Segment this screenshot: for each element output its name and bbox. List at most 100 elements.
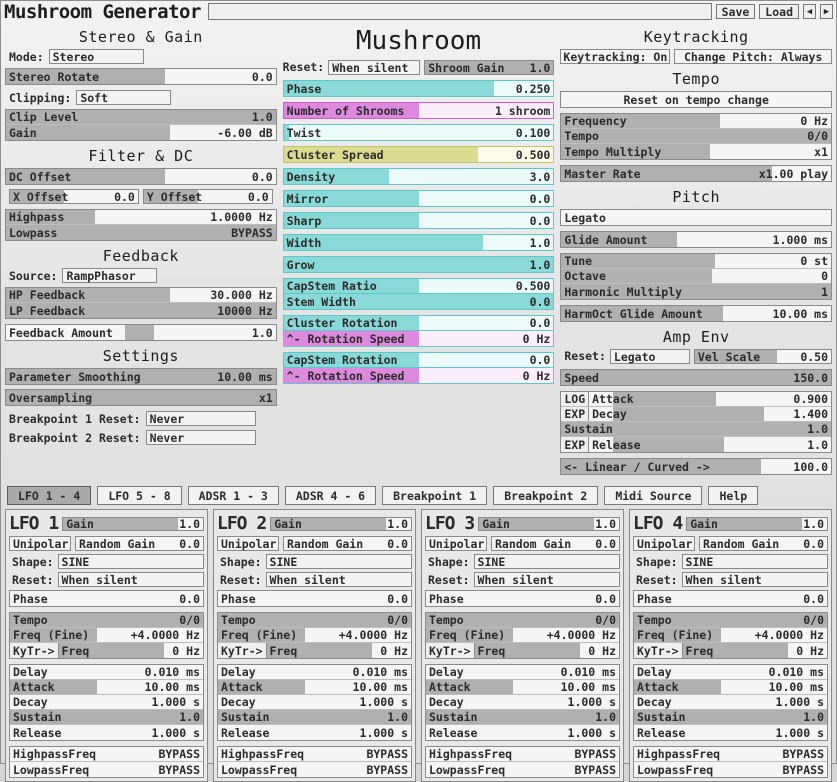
lfo-decay-slider[interactable]: Decay1.000 s — [634, 695, 827, 710]
feedback-source-select[interactable]: RampPhasor — [62, 268, 157, 283]
lfo-shape-select[interactable]: SINE — [682, 554, 828, 569]
lfo-freq-fine-slider[interactable]: Freq (Fine)+4.0000 Hz — [10, 628, 203, 643]
linear-curved-slider[interactable]: <- Linear / Curved -> 100.0 — [561, 459, 831, 474]
mushroom-reset-select[interactable]: When silent — [328, 60, 420, 75]
amp-env-reset-select[interactable]: Legato — [610, 349, 690, 364]
reset-on-tempo-button[interactable]: Reset on tempo change — [561, 92, 831, 107]
lfo-delay-slider[interactable]: Delay0.010 ms — [10, 665, 203, 680]
clipping-select[interactable]: Soft — [76, 90, 171, 105]
lfo-sustain-slider[interactable]: Sustain1.0 — [218, 710, 411, 725]
lfo-sustain-slider[interactable]: Sustain1.0 — [634, 710, 827, 725]
mushroom-param-slider[interactable]: Grow1.0 — [284, 257, 554, 272]
lfo-tempo-slider[interactable]: Tempo0/0 — [634, 613, 827, 628]
frequency-slider[interactable]: Frequency 0 Hz — [561, 114, 831, 129]
mushroom-param-slider[interactable]: Number of Shrooms1 shroom — [284, 103, 554, 118]
lfo-highpass-slider[interactable]: HighpassFreqBYPASS — [218, 747, 411, 762]
lfo-lowpass-slider[interactable]: LowpassFreqBYPASS — [426, 762, 619, 777]
glide-amount-slider[interactable]: Glide Amount 1.000 ms — [561, 232, 831, 247]
tab-adsr-1-3[interactable]: ADSR 1 - 3 — [188, 486, 279, 505]
lfo-decay-slider[interactable]: Decay1.000 s — [10, 695, 203, 710]
lfo-kytr-freq-slider[interactable]: KyTr->Freq0 Hz — [218, 643, 411, 658]
lfo-tempo-slider[interactable]: Tempo0/0 — [426, 613, 619, 628]
lfo-polarity-toggle[interactable]: Unipolar — [633, 536, 695, 551]
tab-adsr-4-6[interactable]: ADSR 4 - 6 — [285, 486, 376, 505]
mushroom-param-slider[interactable]: Sharp0.0 — [284, 213, 554, 228]
lfo-kytr-freq-slider[interactable]: KyTr->Freq0 Hz — [634, 643, 827, 658]
decay-curve-mode[interactable]: EXP — [561, 407, 589, 421]
lfo-phase-slider[interactable]: Phase0.0 — [426, 591, 619, 606]
lfo-freq-fine-slider[interactable]: Freq (Fine)+4.0000 Hz — [218, 628, 411, 643]
lfo-kytr-freq-slider[interactable]: KyTr->Freq0 Hz — [10, 643, 203, 658]
speed-slider[interactable]: Speed 150.0 — [561, 370, 831, 385]
next-preset-icon[interactable]: ▶ — [820, 4, 833, 19]
lfo-lowpass-slider[interactable]: LowpassFreqBYPASS — [634, 762, 827, 777]
lfo-random-gain-slider[interactable]: Random Gain0.0 — [699, 536, 828, 551]
y-offset-slider[interactable]: Y Offset 0.0 — [143, 189, 273, 204]
tempo-multiply-slider[interactable]: Tempo Multiply x1 — [561, 144, 831, 159]
harmoct-glide-slider[interactable]: HarmOct Glide Amount 10.00 ms — [561, 306, 831, 321]
lfo-random-gain-slider[interactable]: Random Gain0.0 — [491, 536, 620, 551]
change-pitch-select[interactable]: Change Pitch: Always — [674, 49, 832, 64]
lfo-gain-slider[interactable]: Gain1.0 — [478, 517, 620, 531]
lfo-shape-select[interactable]: SINE — [474, 554, 620, 569]
lfo-sustain-slider[interactable]: Sustain1.0 — [426, 710, 619, 725]
lfo-reset-select[interactable]: When silent — [266, 572, 412, 587]
tab-midi-source[interactable]: Midi Source — [604, 486, 702, 505]
lfo-gain-slider[interactable]: Gain1.0 — [686, 517, 828, 531]
mushroom-param-slider[interactable]: Density3.0 — [284, 169, 554, 184]
keytracking-toggle[interactable]: Keytracking: On — [560, 49, 670, 64]
lfo-phase-slider[interactable]: Phase0.0 — [634, 591, 827, 606]
lfo-polarity-toggle[interactable]: Unipolar — [217, 536, 279, 551]
lfo-attack-slider[interactable]: Attack10.00 ms — [10, 680, 203, 695]
lfo-release-slider[interactable]: Release1.000 s — [426, 725, 619, 740]
octave-slider[interactable]: Octave 0 — [561, 269, 831, 284]
lfo-phase-slider[interactable]: Phase0.0 — [218, 591, 411, 606]
tab-lfo-1-4[interactable]: LFO 1 - 4 — [7, 486, 91, 505]
harmonic-multiply-slider[interactable]: Harmonic Multiply 1 — [561, 284, 831, 299]
lfo-tempo-slider[interactable]: Tempo0/0 — [10, 613, 203, 628]
clip-level-slider[interactable]: Clip Level 1.0 — [6, 110, 276, 125]
dc-offset-slider[interactable]: DC Offset 0.0 — [6, 169, 276, 184]
lfo-shape-select[interactable]: SINE — [58, 554, 204, 569]
highpass-slider[interactable]: Highpass 1.0000 Hz — [6, 210, 276, 225]
tab-help[interactable]: Help — [708, 486, 758, 505]
decay-slider[interactable]: EXP Decay 1.400 — [561, 407, 831, 422]
lfo-delay-slider[interactable]: Delay0.010 ms — [634, 665, 827, 680]
load-button[interactable]: Load — [759, 4, 799, 19]
lfo-phase-slider[interactable]: Phase0.0 — [10, 591, 203, 606]
lfo-attack-slider[interactable]: Attack10.00 ms — [634, 680, 827, 695]
lfo-delay-slider[interactable]: Delay0.010 ms — [426, 665, 619, 680]
lfo-lowpass-slider[interactable]: LowpassFreqBYPASS — [10, 762, 203, 777]
attack-slider[interactable]: LOG Attack 0.900 — [561, 392, 831, 407]
save-button[interactable]: Save — [716, 4, 756, 19]
mushroom-param-slider[interactable]: Cluster Rotation0.0 — [284, 316, 554, 331]
lfo-shape-select[interactable]: SINE — [266, 554, 412, 569]
prev-preset-icon[interactable]: ◀ — [803, 4, 816, 19]
tab-breakpoint-1[interactable]: Breakpoint 1 — [382, 486, 487, 505]
gain-slider[interactable]: Gain -6.00 dB — [6, 125, 276, 140]
breakpoint1-select[interactable]: Never — [146, 411, 256, 426]
lfo-attack-slider[interactable]: Attack10.00 ms — [218, 680, 411, 695]
x-offset-slider[interactable]: X Offset 0.0 — [9, 189, 139, 204]
master-rate-slider[interactable]: Master Rate x1.00 play — [561, 166, 831, 181]
preset-name-field[interactable] — [208, 3, 712, 20]
mode-select[interactable]: Stereo — [49, 49, 144, 64]
feedback-amount-slider[interactable]: Feedback Amount 1.0 — [6, 325, 276, 340]
lfo-decay-slider[interactable]: Decay1.000 s — [426, 695, 619, 710]
tempo-slider[interactable]: Tempo 0/0 — [561, 129, 831, 144]
lfo-release-slider[interactable]: Release1.000 s — [10, 725, 203, 740]
lfo-keytrack-tag[interactable]: KyTr-> — [10, 643, 59, 658]
mushroom-param-slider[interactable]: CapStem Ratio0.500 — [284, 279, 554, 294]
lfo-random-gain-slider[interactable]: Random Gain0.0 — [283, 536, 412, 551]
lfo-gain-slider[interactable]: Gain1.0 — [270, 517, 412, 531]
lfo-lowpass-slider[interactable]: LowpassFreqBYPASS — [218, 762, 411, 777]
tune-slider[interactable]: Tune 0 st — [561, 254, 831, 269]
mushroom-param-slider[interactable]: Stem Width0.0 — [284, 294, 554, 309]
vel-scale-slider[interactable]: Vel Scale 0.50 — [694, 349, 832, 364]
lfo-freq-fine-slider[interactable]: Freq (Fine)+4.0000 Hz — [634, 628, 827, 643]
lfo-reset-select[interactable]: When silent — [682, 572, 828, 587]
mushroom-param-slider[interactable]: Twist0.100 — [284, 125, 554, 140]
lfo-attack-slider[interactable]: Attack10.00 ms — [426, 680, 619, 695]
mushroom-param-slider[interactable]: ^- Rotation Speed0 Hz — [284, 331, 554, 346]
legato-select[interactable]: Legato — [561, 210, 831, 225]
